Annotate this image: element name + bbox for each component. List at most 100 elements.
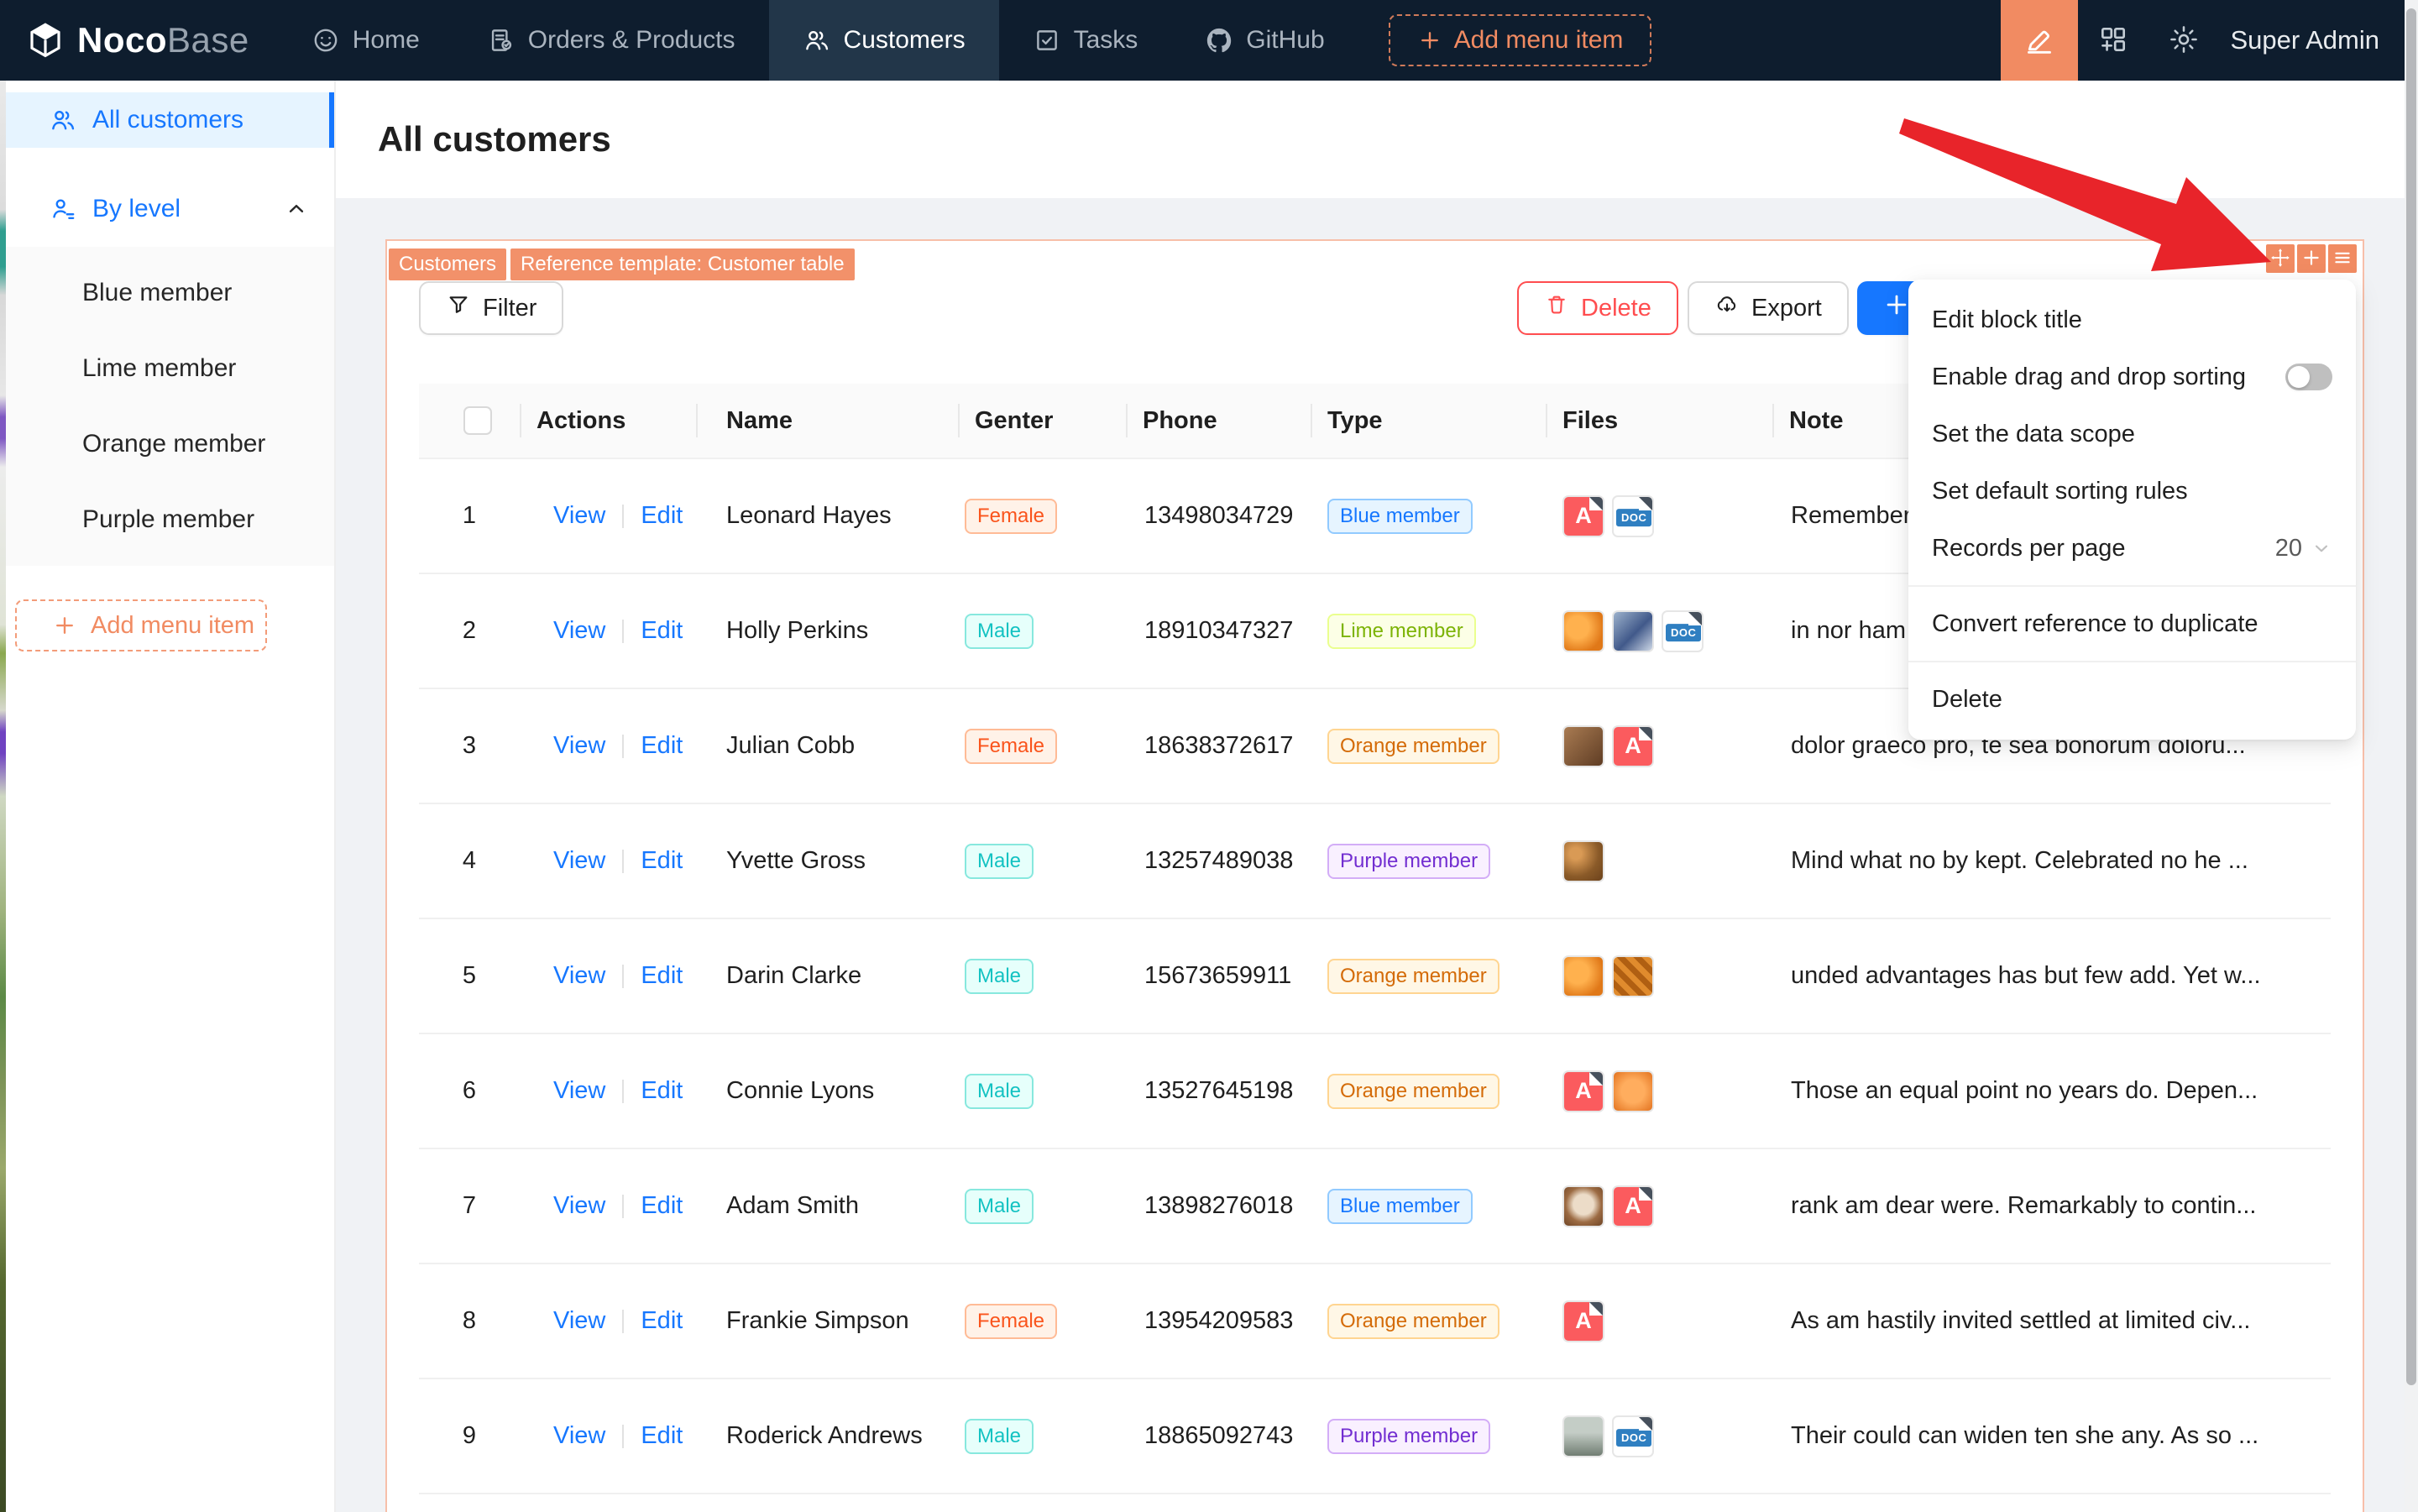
- image-thumbnail-img-storefront[interactable]: [1562, 1415, 1604, 1457]
- block-settings-button[interactable]: [2328, 244, 2357, 273]
- plugin-manager-button[interactable]: [2078, 0, 2148, 81]
- edit-link[interactable]: Edit: [641, 732, 683, 760]
- image-thumbnail-img-orange-fruit[interactable]: [1612, 1070, 1654, 1112]
- sidebar-item-label: All customers: [92, 106, 244, 133]
- gender-cell: Female: [958, 1303, 1126, 1339]
- view-link[interactable]: View: [553, 502, 605, 530]
- image-thumbnail-img-food[interactable]: [1562, 725, 1604, 767]
- image-thumbnail-img-people[interactable]: [1612, 610, 1654, 652]
- plus-icon: [52, 613, 77, 638]
- type-cell: Lime member: [1311, 613, 1546, 649]
- filter-button-label: Filter: [483, 294, 537, 322]
- view-link[interactable]: View: [553, 732, 605, 760]
- sidebar-item-all-customers[interactable]: All customers: [0, 92, 334, 148]
- files-cell: A: [1546, 1300, 1772, 1342]
- grid-plus-icon: [2097, 24, 2129, 58]
- nav-item-home[interactable]: Home: [278, 0, 453, 81]
- ui-editor-button[interactable]: [2000, 0, 2078, 81]
- nav-item-customers[interactable]: Customers: [768, 0, 999, 81]
- edit-link[interactable]: Edit: [641, 1422, 683, 1450]
- pdf-file-thumbnail[interactable]: A: [1562, 1070, 1604, 1112]
- nav-item-tasks[interactable]: Tasks: [999, 0, 1172, 81]
- select-all-checkbox[interactable]: [463, 406, 492, 435]
- menu-item-edit-block-title[interactable]: Edit block title: [1908, 291, 2356, 348]
- drag-handle-button[interactable]: [2266, 244, 2295, 273]
- pdf-file-thumbnail[interactable]: A: [1612, 725, 1654, 767]
- pdf-file-thumbnail[interactable]: A: [1612, 1185, 1654, 1227]
- sidebar-item-purple-member[interactable]: Purple member: [0, 482, 334, 557]
- drag-sort-toggle[interactable]: [2285, 364, 2332, 390]
- funnel-icon: [446, 292, 471, 324]
- delete-button[interactable]: Delete: [1517, 281, 1678, 335]
- gender-tag: Male: [965, 843, 1034, 879]
- edit-link[interactable]: Edit: [641, 1192, 683, 1220]
- sidebar-item-lime-member[interactable]: Lime member: [0, 331, 334, 406]
- action-divider: [622, 1194, 625, 1218]
- gender-tag: Male: [965, 613, 1034, 649]
- user-menu[interactable]: Super Admin: [2219, 0, 2418, 81]
- edit-link[interactable]: Edit: [641, 1307, 683, 1335]
- edit-link[interactable]: Edit: [641, 962, 683, 990]
- records-per-page-value: 20: [2274, 534, 2302, 562]
- doc-file-thumbnail[interactable]: DOC: [1662, 610, 1704, 652]
- edit-link[interactable]: Edit: [641, 617, 683, 645]
- nav-item-orders-products[interactable]: Orders & Products: [453, 0, 769, 81]
- edit-link[interactable]: Edit: [641, 1077, 683, 1105]
- column-header-name[interactable]: Name: [696, 384, 958, 458]
- plus-icon: [1417, 28, 1442, 53]
- doc-file-thumbnail[interactable]: DOC: [1612, 494, 1654, 537]
- view-link[interactable]: View: [553, 1192, 605, 1220]
- chevron-down-icon: [2311, 537, 2332, 559]
- member-type-tag: Orange member: [1327, 1303, 1499, 1339]
- doc-file-thumbnail[interactable]: DOC: [1612, 1415, 1654, 1457]
- sidebar-item-orange-member[interactable]: Orange member: [0, 406, 334, 482]
- phone-cell: 13527645198: [1144, 1077, 1294, 1104]
- view-link[interactable]: View: [553, 847, 605, 875]
- image-thumbnail-img-oranges[interactable]: [1562, 610, 1604, 652]
- pdf-file-thumbnail[interactable]: A: [1562, 1300, 1604, 1342]
- export-button[interactable]: Export: [1688, 281, 1849, 335]
- edit-link[interactable]: Edit: [641, 847, 683, 875]
- view-link[interactable]: View: [553, 962, 605, 990]
- image-thumbnail-img-coffee[interactable]: [1562, 1185, 1604, 1227]
- view-link[interactable]: View: [553, 1422, 605, 1450]
- column-header-type[interactable]: Type: [1311, 384, 1546, 458]
- edit-link[interactable]: Edit: [641, 502, 683, 530]
- row-actions: View Edit: [520, 1192, 696, 1220]
- image-thumbnail-img-berries[interactable]: [1562, 840, 1604, 882]
- pdf-file-thumbnail[interactable]: A: [1562, 494, 1604, 537]
- view-link[interactable]: View: [553, 1077, 605, 1105]
- member-type-tag: Purple member: [1327, 843, 1491, 879]
- navbar-add-menu-item-button[interactable]: Add menu item: [1388, 14, 1652, 66]
- menu-item-records-per-page[interactable]: Records per page 20: [1908, 520, 2356, 577]
- column-header-actions[interactable]: Actions: [520, 384, 696, 458]
- files-cell: [1546, 955, 1772, 997]
- scrollbar-thumb[interactable]: [2406, 8, 2416, 1385]
- menu-item-set-data-scope[interactable]: Set the data scope: [1908, 405, 2356, 463]
- menu-item-convert-reference[interactable]: Convert reference to duplicate: [1908, 595, 2356, 652]
- menu-item-drag-drop-sorting[interactable]: Enable drag and drop sorting: [1908, 348, 2356, 405]
- sidebar-item-blue-member[interactable]: Blue member: [0, 255, 334, 331]
- nav-item-github[interactable]: GitHub: [1171, 0, 1358, 81]
- row-index: 7: [462, 1192, 477, 1219]
- table-row: 8 View Edit Frankie Simpson Female 1395420958…: [419, 1264, 2331, 1379]
- column-header-phone[interactable]: Phone: [1126, 384, 1311, 458]
- sidebar-add-menu-item-button[interactable]: Add menu item: [15, 599, 267, 651]
- row-index: 5: [462, 962, 477, 989]
- view-link[interactable]: View: [553, 1307, 605, 1335]
- export-button-label: Export: [1751, 294, 1822, 322]
- view-link[interactable]: View: [553, 617, 605, 645]
- column-header-genter[interactable]: Genter: [958, 384, 1126, 458]
- image-thumbnail-img-oranges2[interactable]: [1612, 955, 1654, 997]
- nocobase-logo[interactable]: NocoBase: [0, 0, 278, 81]
- column-header-files[interactable]: Files: [1546, 384, 1772, 458]
- menu-item-delete-block[interactable]: Delete: [1908, 671, 2356, 728]
- note-cell: Their could can widen ten she any. As so…: [1791, 1422, 2259, 1449]
- filter-button[interactable]: Filter: [419, 281, 564, 335]
- menu-item-set-sorting-rules[interactable]: Set default sorting rules: [1908, 463, 2356, 520]
- gender-tag: Female: [965, 728, 1058, 764]
- sidebar-group-by-level[interactable]: By level: [0, 181, 334, 237]
- image-thumbnail-img-oranges[interactable]: [1562, 955, 1604, 997]
- settings-button[interactable]: [2148, 0, 2219, 81]
- add-block-button[interactable]: [2297, 244, 2326, 273]
